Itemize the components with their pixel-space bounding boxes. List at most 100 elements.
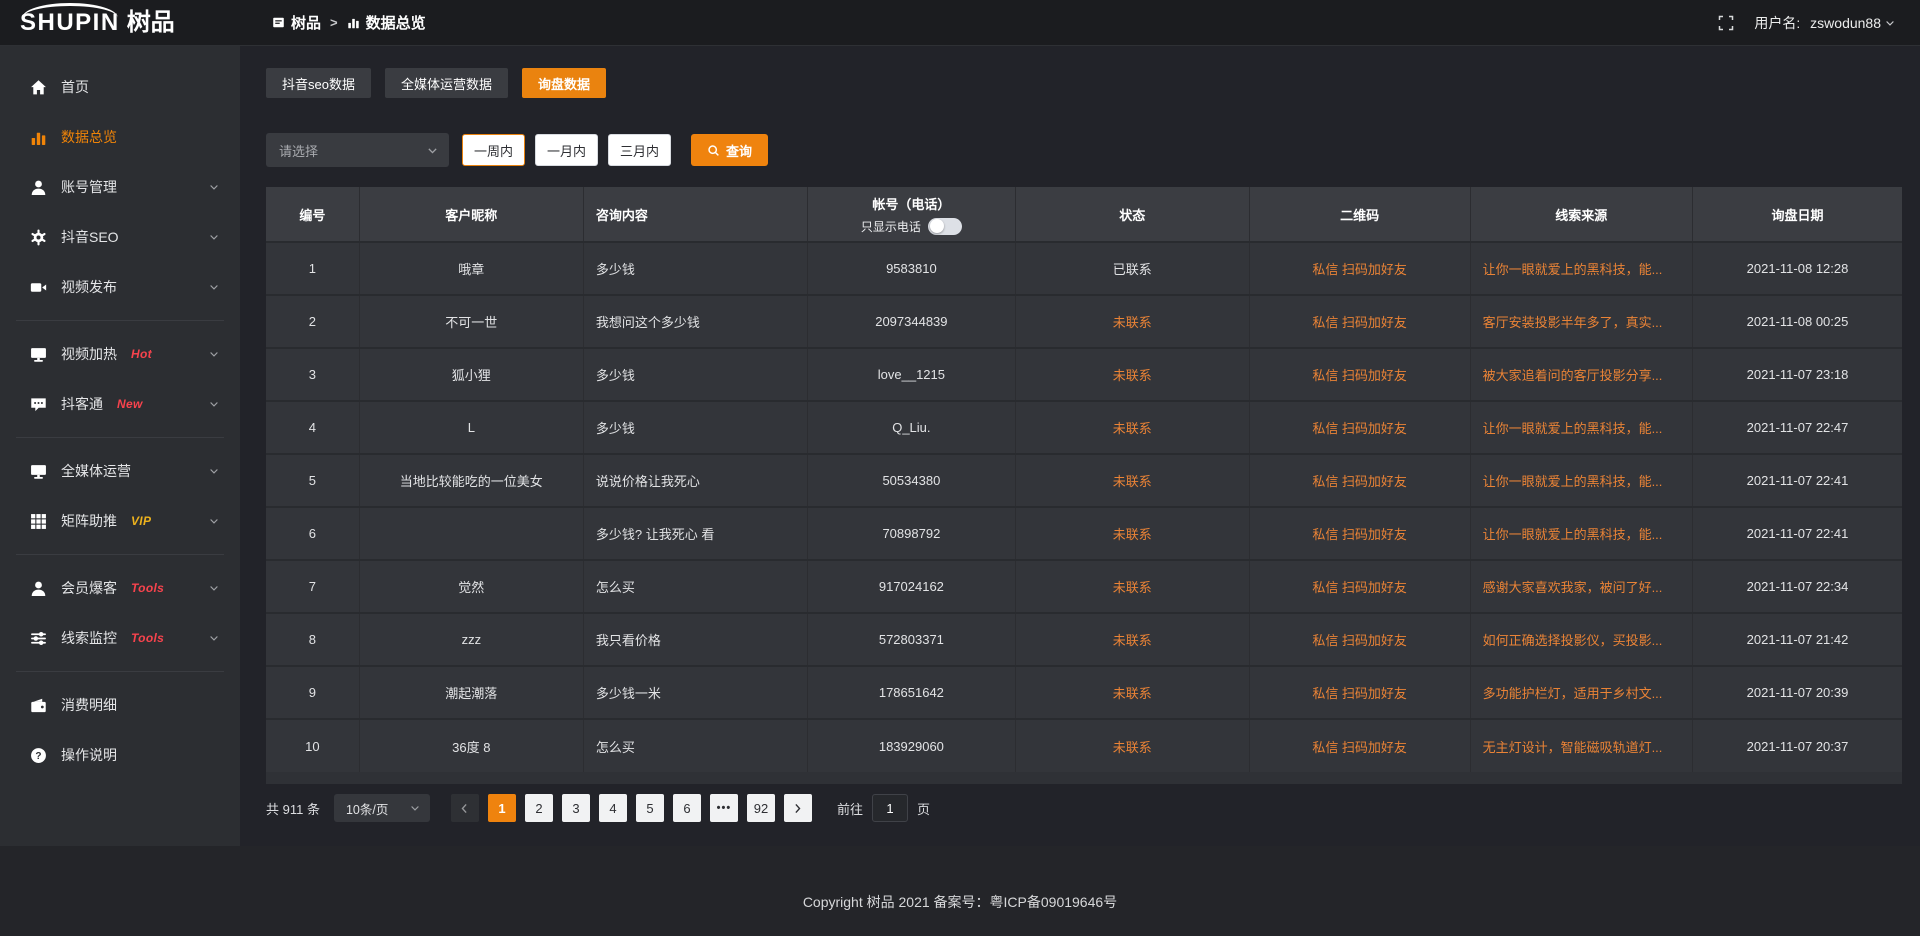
page-size-select[interactable]: 10条/页 (334, 794, 430, 822)
breadcrumb-separator: > (330, 15, 338, 30)
cell-qrcode-link[interactable]: 私信 扫码加好友 (1249, 613, 1470, 666)
question-icon: ? (30, 747, 47, 764)
breadcrumb-item-home[interactable]: 树品 (272, 12, 321, 33)
breadcrumb-item-current[interactable]: 数据总览 (347, 12, 426, 33)
col-account-phone: 帐号（电话）只显示电话 (808, 187, 1016, 242)
sidebar-item-badge: Tools (131, 631, 164, 645)
cell-content: 多少钱 (583, 348, 807, 401)
table-row: 7 觉然 怎么买 917024162 未联系 私信 扫码加好友 感谢大家喜欢我家… (266, 560, 1902, 613)
pagination: 共 911 条 10条/页 123456•••92 前往 页 (266, 794, 1902, 822)
cell-source-link[interactable]: 客厅安装投影半年多了，真实... (1470, 295, 1692, 348)
chevron-down-icon (208, 281, 220, 293)
page-3-button[interactable]: 3 (562, 794, 590, 822)
sidebar-item-label: 线索监控 (61, 628, 117, 648)
cell-source-link[interactable]: 让你一眼就爱上的黑科技，能... (1470, 454, 1692, 507)
cell-date: 2021-11-08 00:25 (1693, 295, 1902, 348)
cell-qrcode-link[interactable]: 私信 扫码加好友 (1249, 666, 1470, 719)
cell-qrcode-link[interactable]: 私信 扫码加好友 (1249, 295, 1470, 348)
sidebar-item-screen[interactable]: 全媒体运营 (0, 446, 240, 496)
sidebar-item-bar-chart[interactable]: 数据总览 (0, 112, 240, 162)
range-month-button[interactable]: 一月内 (535, 134, 598, 166)
col-date: 询盘日期 (1693, 187, 1902, 242)
tab-media-operation-data[interactable]: 全媒体运营数据 (385, 68, 508, 98)
app: SHUPIN 树品 树品 > 数据总览 用户名: zswodun88 (0, 0, 1920, 936)
prev-page-button[interactable] (451, 794, 479, 822)
cell-no: 5 (266, 454, 359, 507)
gear-icon (30, 229, 47, 246)
cell-source-link[interactable]: 让你一眼就爱上的黑科技，能... (1470, 507, 1692, 560)
filter-select[interactable]: 请选择 (266, 133, 449, 167)
cell-qrcode-link[interactable]: 私信 扫码加好友 (1249, 348, 1470, 401)
cell-account: 572803371 (808, 613, 1016, 666)
sidebar-item-sliders[interactable]: 线索监控 Tools (0, 613, 240, 663)
page-6-button[interactable]: 6 (673, 794, 701, 822)
sidebar-item-grid[interactable]: 矩阵助推 VIP (0, 496, 240, 546)
cell-content: 我只看价格 (583, 613, 807, 666)
sidebar-item-video-camera[interactable]: 视频发布 (0, 262, 240, 312)
page-5-button[interactable]: 5 (636, 794, 664, 822)
col-nickname: 客户昵称 (359, 187, 583, 242)
sidebar-item-chat-bubble[interactable]: 抖客通 New (0, 379, 240, 429)
tab-douyin-seo-data[interactable]: 抖音seo数据 (266, 68, 371, 98)
tab-inquiry-data[interactable]: 询盘数据 (522, 68, 606, 98)
cell-source-link[interactable]: 无主灯设计，智能磁吸轨道灯... (1470, 719, 1692, 772)
search-button[interactable]: 查询 (691, 134, 768, 166)
cell-account: 917024162 (808, 560, 1016, 613)
cell-qrcode-link[interactable]: 私信 扫码加好友 (1249, 560, 1470, 613)
cell-content: 多少钱 (583, 242, 807, 295)
next-page-button[interactable] (784, 794, 812, 822)
cell-nickname: 哦章 (359, 242, 583, 295)
cell-qrcode-link[interactable]: 私信 扫码加好友 (1249, 454, 1470, 507)
cell-date: 2021-11-07 20:37 (1693, 719, 1902, 772)
cell-content: 多少钱一米 (583, 666, 807, 719)
cell-qrcode-link[interactable]: 私信 扫码加好友 (1249, 507, 1470, 560)
sidebar-item-home[interactable]: 首页 (0, 62, 240, 112)
goto-page: 前往 页 (837, 794, 930, 822)
chat-bubble-icon (30, 396, 47, 413)
cell-content: 多少钱? 让我死心 看 (583, 507, 807, 560)
username: zswodun88 (1810, 15, 1881, 31)
cell-qrcode-link[interactable]: 私信 扫码加好友 (1249, 242, 1470, 295)
col-no: 编号 (266, 187, 359, 242)
cell-source-link[interactable]: 被大家追着问的客厅投影分享... (1470, 348, 1692, 401)
range-week-button[interactable]: 一周内 (462, 134, 525, 166)
goto-page-input[interactable] (872, 794, 908, 822)
cell-nickname: 潮起潮落 (359, 666, 583, 719)
cell-qrcode-link[interactable]: 私信 扫码加好友 (1249, 401, 1470, 454)
sidebar: 首页 数据总览 账号管理 抖音SEO 视频发布 视频加热 Hot (0, 46, 240, 846)
page-2-button[interactable]: 2 (525, 794, 553, 822)
phone-only-toggle[interactable] (928, 218, 962, 235)
page-1-button[interactable]: 1 (488, 794, 516, 822)
table-header-row: 编号客户昵称咨询内容帐号（电话）只显示电话状态二维码线索来源询盘日期 (266, 187, 1902, 242)
cell-source-link[interactable]: 如何正确选择投影仪，买投影... (1470, 613, 1692, 666)
cell-account: 9583810 (808, 242, 1016, 295)
user-menu[interactable]: 用户名: zswodun88 (1754, 13, 1896, 33)
table-row: 6 多少钱? 让我死心 看 70898792 未联系 私信 扫码加好友 让你一眼… (266, 507, 1902, 560)
sidebar-item-monitor[interactable]: 视频加热 Hot (0, 329, 240, 379)
cell-nickname: zzz (359, 613, 583, 666)
sidebar-item-wallet[interactable]: 消费明细 (0, 680, 240, 730)
cell-account: 70898792 (808, 507, 1016, 560)
sidebar-item-question[interactable]: ? 操作说明 (0, 730, 240, 780)
logo-text: SHUPIN (20, 11, 120, 35)
member-icon (30, 580, 47, 597)
range-quarter-button[interactable]: 三月内 (608, 134, 671, 166)
sidebar-item-user[interactable]: 账号管理 (0, 162, 240, 212)
cell-date: 2021-11-07 21:42 (1693, 613, 1902, 666)
page-4-button[interactable]: 4 (599, 794, 627, 822)
sidebar-item-badge: VIP (131, 514, 151, 528)
cell-source-link[interactable]: 让你一眼就爱上的黑科技，能... (1470, 401, 1692, 454)
cell-qrcode-link[interactable]: 私信 扫码加好友 (1249, 719, 1470, 772)
svg-text:?: ? (35, 750, 41, 761)
sidebar-item-gear[interactable]: 抖音SEO (0, 212, 240, 262)
cell-date: 2021-11-07 22:41 (1693, 454, 1902, 507)
page-92-button[interactable]: 92 (747, 794, 775, 822)
cell-source-link[interactable]: 多功能护栏灯，适用于乡村文... (1470, 666, 1692, 719)
cell-source-link[interactable]: 让你一眼就爱上的黑科技，能... (1470, 242, 1692, 295)
page-more-button[interactable]: ••• (710, 794, 738, 822)
cell-source-link[interactable]: 感谢大家喜欢我家，被问了好... (1470, 560, 1692, 613)
sidebar-item-member[interactable]: 会员爆客 Tools (0, 563, 240, 613)
fullscreen-icon[interactable] (1718, 15, 1734, 31)
logo: SHUPIN 树品 (0, 11, 240, 35)
sidebar-item-badge: New (117, 397, 143, 411)
